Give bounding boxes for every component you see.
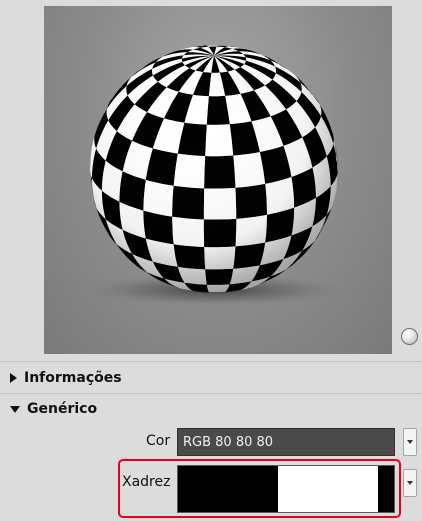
material-preview — [44, 6, 392, 354]
dropdown-arrow-icon — [407, 440, 413, 444]
cor-value: RGB 80 80 80 — [183, 434, 274, 450]
section-generico[interactable]: Genérico — [0, 394, 422, 424]
cor-label: Cor — [146, 433, 171, 449]
preview-orb-icon[interactable] — [401, 328, 418, 345]
material-preview-area — [0, 0, 422, 360]
xadrez-swatch-segment — [378, 466, 394, 512]
dropdown-arrow-icon — [407, 481, 413, 485]
xadrez-swatch-segment — [278, 466, 378, 512]
xadrez-swatch[interactable] — [177, 465, 395, 513]
divider — [0, 361, 422, 362]
xadrez-label: Xadrez — [122, 474, 171, 490]
section-label: Informações — [24, 370, 122, 386]
xadrez-swatch-segment — [178, 466, 278, 512]
section-informacoes[interactable]: Informações — [0, 363, 422, 393]
expand-arrow-icon — [10, 373, 17, 383]
cor-dropdown-button[interactable] — [403, 428, 417, 456]
cor-value-field[interactable]: RGB 80 80 80 — [177, 428, 395, 456]
checker-sphere — [84, 45, 344, 306]
sphere-shading — [90, 45, 338, 293]
xadrez-dropdown-button[interactable] — [403, 469, 417, 497]
collapse-arrow-icon — [10, 405, 20, 413]
section-label: Genérico — [27, 401, 98, 417]
